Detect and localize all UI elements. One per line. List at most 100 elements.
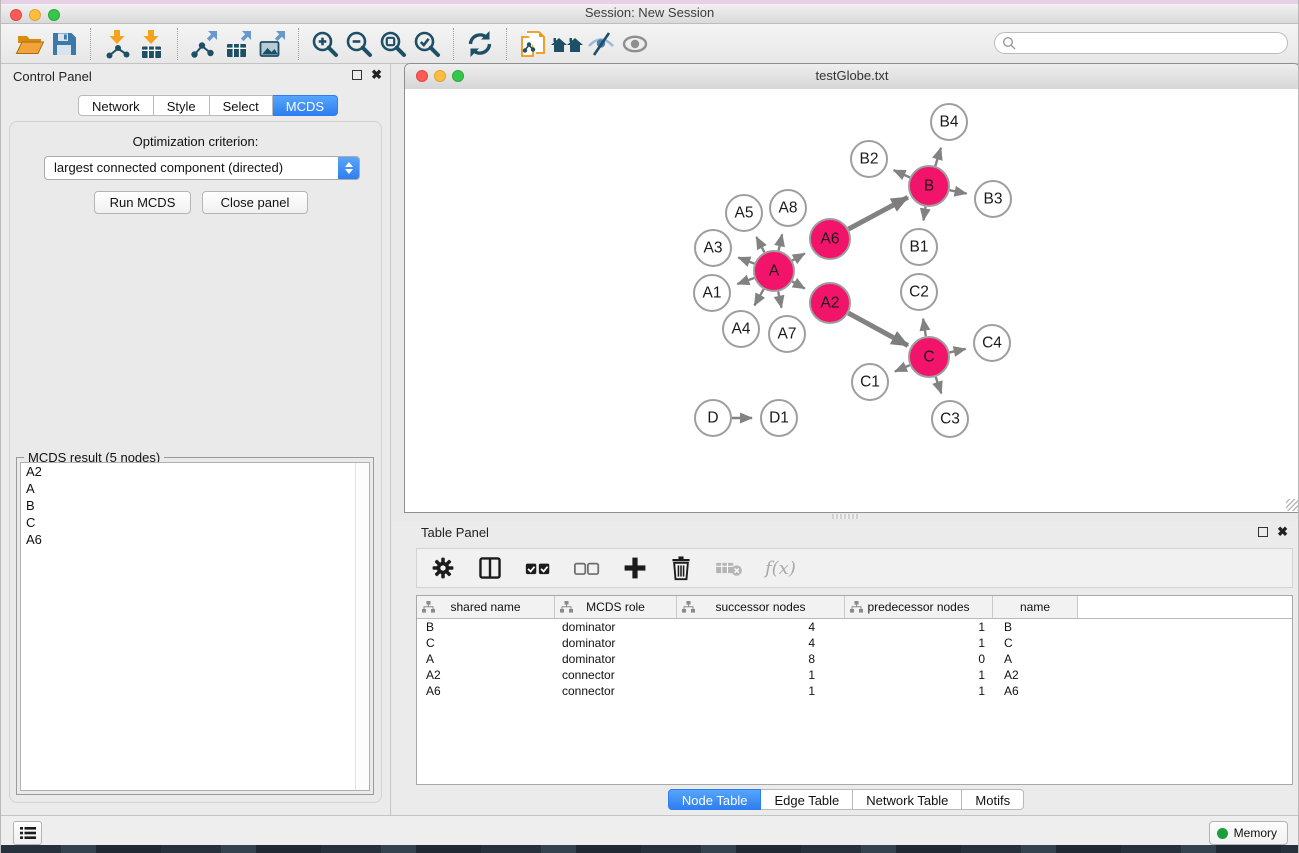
- table-tab-network-table[interactable]: Network Table: [853, 789, 962, 810]
- cell-name[interactable]: A2: [993, 667, 1078, 683]
- memory-button[interactable]: Memory: [1209, 821, 1288, 845]
- edge-A-A7: [778, 292, 781, 308]
- edge-B-B2: [894, 170, 910, 177]
- cell-shared-name[interactable]: C: [417, 635, 555, 651]
- refresh-layout-icon[interactable]: [463, 28, 497, 60]
- deselect-all-columns-icon[interactable]: [573, 554, 601, 582]
- window-resize-grip[interactable]: [1286, 499, 1298, 511]
- close-panel-icon[interactable]: ✖: [371, 70, 382, 80]
- home-layout-icon[interactable]: [550, 28, 584, 60]
- delete-column-trash-icon[interactable]: [669, 554, 693, 582]
- cell-shared-name[interactable]: A6: [417, 683, 555, 699]
- cell-predecessor-nodes[interactable]: 1: [845, 667, 993, 683]
- table-tab-node-table[interactable]: Node Table: [668, 789, 762, 810]
- cell-successor-nodes[interactable]: 4: [677, 635, 845, 651]
- export-image-icon[interactable]: [255, 28, 289, 60]
- search-input[interactable]: [1020, 35, 1287, 51]
- table-row[interactable]: A6connector11A6: [417, 683, 1292, 699]
- app-window: Session: New Session: [0, 0, 1299, 853]
- search-field[interactable]: [994, 32, 1288, 54]
- export-network-icon[interactable]: [187, 28, 221, 60]
- cell-mcds-role[interactable]: connector: [555, 667, 677, 683]
- table-tab-edge-table[interactable]: Edge Table: [761, 789, 853, 810]
- cell-successor-nodes[interactable]: 4: [677, 619, 845, 635]
- tab-select[interactable]: Select: [210, 95, 273, 116]
- node-table[interactable]: shared nameMCDS rolesuccessor nodesprede…: [416, 595, 1293, 785]
- cell-predecessor-nodes[interactable]: 1: [845, 619, 993, 635]
- window-title: Session: New Session: [1, 4, 1298, 23]
- open-session-icon[interactable]: [13, 28, 47, 60]
- mcds-result-item[interactable]: C: [21, 514, 369, 531]
- status-bar: Memory: [1, 815, 1298, 845]
- float-panel-icon[interactable]: [352, 70, 362, 80]
- dropdown-stepper-icon: [338, 157, 359, 179]
- zoom-out-icon[interactable]: [342, 28, 376, 60]
- table-tab-motifs[interactable]: Motifs: [962, 789, 1024, 810]
- mcds-result-list[interactable]: A2ABCA6: [20, 462, 370, 791]
- table-row[interactable]: A2connector11A2: [417, 667, 1292, 683]
- network-canvas[interactable]: AA1A2A3A4A5A6A7A8BB1B2B3B4CC1C2C3C4DD1: [405, 89, 1299, 512]
- cell-mcds-role[interactable]: dominator: [555, 651, 677, 667]
- criterion-dropdown[interactable]: largest connected component (directed): [44, 156, 360, 180]
- zoom-in-icon[interactable]: [308, 28, 342, 60]
- task-history-button[interactable]: [13, 821, 42, 845]
- tab-style[interactable]: Style: [154, 95, 210, 116]
- column-browser-icon[interactable]: [477, 554, 503, 582]
- table-row[interactable]: Adominator80A: [417, 651, 1292, 667]
- mcds-result-item[interactable]: A2: [21, 463, 369, 480]
- memory-status-icon: [1217, 828, 1228, 839]
- toolbar-separator: [453, 28, 454, 60]
- new-network-icon[interactable]: [516, 28, 550, 60]
- zoom-fit-icon[interactable]: [376, 28, 410, 60]
- cell-shared-name[interactable]: B: [417, 619, 555, 635]
- column-header-predecessor-nodes[interactable]: predecessor nodes: [845, 596, 993, 618]
- cell-shared-name[interactable]: A2: [417, 667, 555, 683]
- column-header-name[interactable]: name: [993, 596, 1078, 618]
- horizontal-splitter[interactable]: [392, 513, 1299, 521]
- close-panel-button[interactable]: Close panel: [202, 191, 308, 214]
- main-titlebar[interactable]: Session: New Session: [1, 4, 1298, 24]
- import-table-icon[interactable]: [134, 28, 168, 60]
- hide-panel-eye-icon[interactable]: [584, 28, 618, 60]
- column-header-successor-nodes[interactable]: successor nodes: [677, 596, 845, 618]
- result-list-scrollbar[interactable]: [355, 463, 369, 790]
- tab-mcds[interactable]: MCDS: [273, 95, 338, 116]
- column-header-shared-name[interactable]: shared name: [417, 596, 555, 618]
- export-table-icon[interactable]: [221, 28, 255, 60]
- mcds-result-item[interactable]: A: [21, 480, 369, 497]
- import-network-icon[interactable]: [100, 28, 134, 60]
- cell-successor-nodes[interactable]: 8: [677, 651, 845, 667]
- cell-predecessor-nodes[interactable]: 1: [845, 635, 993, 651]
- close-table-panel-icon[interactable]: ✖: [1277, 527, 1288, 537]
- network-window-titlebar[interactable]: testGlobe.txt: [405, 64, 1299, 90]
- cell-name[interactable]: A6: [993, 683, 1078, 699]
- tab-network[interactable]: Network: [78, 95, 154, 116]
- save-session-icon[interactable]: [47, 28, 81, 60]
- cell-name[interactable]: B: [993, 619, 1078, 635]
- cell-shared-name[interactable]: A: [417, 651, 555, 667]
- cell-successor-nodes[interactable]: 1: [677, 667, 845, 683]
- show-panel-eye-icon[interactable]: [618, 28, 652, 60]
- table-header-row: shared nameMCDS rolesuccessor nodesprede…: [417, 596, 1292, 619]
- table-row[interactable]: Bdominator41B: [417, 619, 1292, 635]
- cell-mcds-role[interactable]: dominator: [555, 635, 677, 651]
- mcds-result-item[interactable]: B: [21, 497, 369, 514]
- cell-successor-nodes[interactable]: 1: [677, 683, 845, 699]
- table-row[interactable]: Cdominator41C: [417, 635, 1292, 651]
- edge-C-C2: [923, 319, 926, 337]
- table-options-gear-icon[interactable]: [430, 554, 456, 582]
- cell-name[interactable]: C: [993, 635, 1078, 651]
- cell-predecessor-nodes[interactable]: 0: [845, 651, 993, 667]
- column-header-mcds-role[interactable]: MCDS role: [555, 596, 677, 618]
- mcds-result-item[interactable]: A6: [21, 531, 369, 548]
- float-table-panel-icon[interactable]: [1258, 527, 1268, 537]
- add-column-plus-icon[interactable]: [622, 554, 648, 582]
- node-label-B2: B2: [860, 151, 879, 168]
- cell-mcds-role[interactable]: dominator: [555, 619, 677, 635]
- cell-name[interactable]: A: [993, 651, 1078, 667]
- zoom-selected-icon[interactable]: [410, 28, 444, 60]
- cell-predecessor-nodes[interactable]: 1: [845, 683, 993, 699]
- cell-mcds-role[interactable]: connector: [555, 683, 677, 699]
- select-all-columns-icon[interactable]: [524, 554, 552, 582]
- run-mcds-button[interactable]: Run MCDS: [94, 191, 191, 214]
